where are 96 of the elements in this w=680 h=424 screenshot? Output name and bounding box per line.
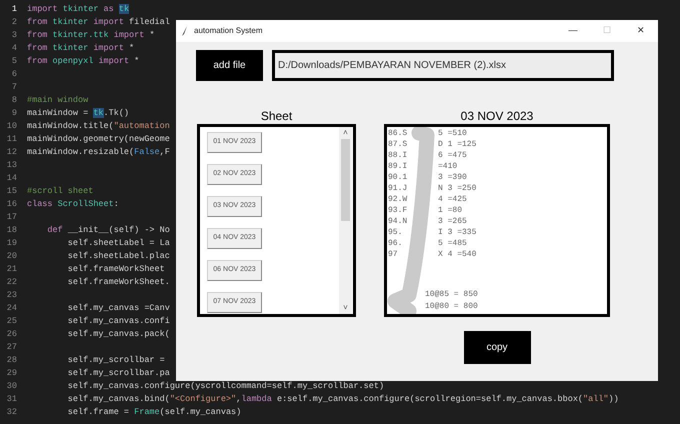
output-text: 97 xyxy=(388,249,399,260)
code-line: #scroll sheet xyxy=(27,185,94,198)
line-number: 28 xyxy=(6,354,17,367)
minimize-button[interactable]: — xyxy=(556,20,590,42)
feather-icon xyxy=(182,26,188,36)
output-text: X 4 =540 xyxy=(438,249,476,260)
code-line: def __init__(self) -> No xyxy=(46,224,170,237)
code-line: #main window xyxy=(27,94,88,107)
scroll-up-button[interactable]: ˄ xyxy=(343,127,348,139)
line-number: 22 xyxy=(6,276,17,289)
output-text: N 3 =250 xyxy=(438,183,476,194)
line-number: 9 xyxy=(10,107,17,120)
line-number: 5 xyxy=(10,55,17,68)
line-number: 21 xyxy=(6,263,17,276)
output-text: 88.I xyxy=(388,150,408,161)
code-line: self.frameWorkSheet xyxy=(66,263,165,276)
output-text: 5 =510 xyxy=(438,128,467,139)
code-line: self.frameWorkSheet. xyxy=(66,276,170,289)
line-number: 11 xyxy=(6,133,17,146)
scrollbar-thumb[interactable] xyxy=(341,139,350,221)
output-text: 89.I xyxy=(388,161,408,172)
output-text: 90.1 xyxy=(388,172,408,183)
line-number: 20 xyxy=(6,250,17,263)
line-number: 1 xyxy=(10,3,17,16)
line-number: 32 xyxy=(6,406,17,419)
code-line: self.my_canvas.pack( xyxy=(66,328,170,341)
line-number: 12 xyxy=(6,146,17,159)
close-button[interactable]: ✕ xyxy=(624,20,658,42)
code-line: from tkinter import * xyxy=(27,42,134,55)
line-number: 3 xyxy=(10,29,17,42)
line-number: 29 xyxy=(6,367,17,380)
code-line: mainWindow.title("automation xyxy=(27,120,170,133)
code-line: self.sheetLabel.plac xyxy=(66,250,170,263)
file-path-field[interactable]: D:/Downloads/PEMBAYARAN NOVEMBER (2).xlsx xyxy=(272,50,614,81)
line-number: 14 xyxy=(6,172,17,185)
line-number: 6 xyxy=(10,68,17,81)
line-number: 13 xyxy=(6,159,17,172)
output-text: 10@80 = 800 xyxy=(425,301,479,313)
output-text: 93.F xyxy=(388,205,408,216)
output-text: 94.N xyxy=(388,216,408,227)
line-number: 31 xyxy=(6,393,17,406)
line-number: 30 xyxy=(6,380,17,393)
code-line: self.my_canvas.confi xyxy=(66,315,170,328)
output-text: 95. xyxy=(388,227,404,238)
code-line: import tkinter as tk xyxy=(27,3,130,16)
output-text: 1 =80 xyxy=(438,205,462,216)
code-line: mainWindow.resizable(False,F xyxy=(27,146,170,159)
code-line: self.my_scrollbar = xyxy=(66,354,165,367)
line-number: 15 xyxy=(6,185,17,198)
sheet-label: Sheet xyxy=(260,108,292,124)
add-file-button[interactable]: add file xyxy=(196,50,263,81)
code-line: from openpyxl import * xyxy=(27,55,140,68)
line-number: 16 xyxy=(6,198,17,211)
code-line: self.sheetLabel = La xyxy=(66,237,170,250)
output-text: =410 xyxy=(438,161,458,172)
output-text: 87.S xyxy=(388,139,408,150)
line-number: 19 xyxy=(6,237,17,250)
output-text: 3 =265 xyxy=(438,216,467,227)
code-line: mainWindow.geometry(newGeome xyxy=(27,133,170,146)
output-text: 10@85 = 850 xyxy=(425,289,479,301)
line-number: 24 xyxy=(6,302,17,315)
line-number: 2 xyxy=(10,16,17,29)
code-line: class ScrollSheet: xyxy=(27,198,119,211)
copy-button[interactable]: copy xyxy=(464,331,530,364)
output-text: 5 =485 xyxy=(438,238,467,249)
scrollbar[interactable]: ˄ ˅ xyxy=(339,127,352,314)
output-text: 96. xyxy=(388,238,404,249)
line-number: 17 xyxy=(6,211,17,224)
line-number: 10 xyxy=(6,120,17,133)
line-number: 23 xyxy=(6,289,17,302)
output-text: 6 =475 xyxy=(438,150,467,161)
window-title: automation System xyxy=(194,25,262,37)
code-line: mainWindow = tk.Tk() xyxy=(27,107,130,120)
code-line: from tkinter import filedial xyxy=(27,16,170,29)
sheet-date-title: 03 NOV 2023 xyxy=(460,108,534,124)
output-text: 4 =425 xyxy=(438,194,467,205)
output-text: I 3 =335 xyxy=(438,227,476,238)
line-number: 18 xyxy=(6,224,17,237)
scroll-down-button[interactable]: ˅ xyxy=(343,302,348,314)
output-text: 3 =390 xyxy=(438,172,467,183)
output-text: 92.W xyxy=(388,194,408,205)
line-number: 27 xyxy=(6,341,17,354)
code-line: from tkinter.ttk import * xyxy=(27,29,155,42)
line-number: 25 xyxy=(6,315,17,328)
output-text: D 1 =125 xyxy=(438,139,476,150)
output-text: 86.S xyxy=(388,128,408,139)
code-line: self.frame = Frame(self.my_canvas) xyxy=(66,406,242,419)
line-number: 7 xyxy=(10,81,17,94)
code-line: self.my_canvas.bind("<Configure>",lambda e:self.my_canvas.configure(scrollregion=self.my_canvas.bbox("all")) xyxy=(66,393,619,406)
line-number: 26 xyxy=(6,328,17,341)
line-number: 4 xyxy=(10,42,17,55)
code-line: self.my_canvas =Canv xyxy=(66,302,170,315)
code-line: self.my_scrollbar.pa xyxy=(66,367,170,380)
code-line: self.my_canvas.configure(yscrollcommand=self.my_scrollbar.set) xyxy=(66,380,384,393)
line-number: 8 xyxy=(10,94,17,107)
output-text: 91.J xyxy=(388,183,408,194)
